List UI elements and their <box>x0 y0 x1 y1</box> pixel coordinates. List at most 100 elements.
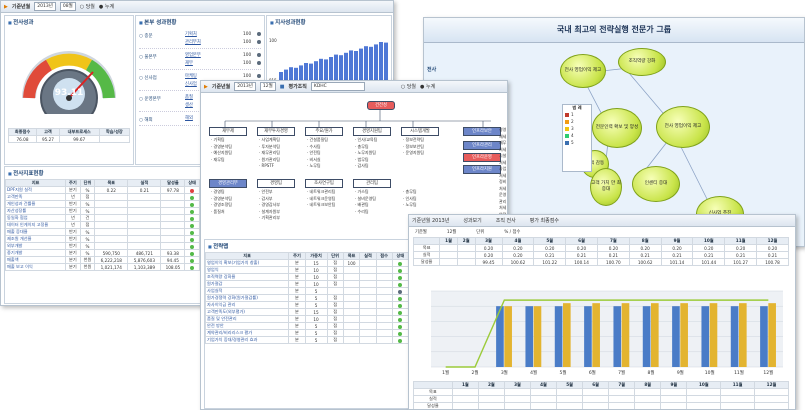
kpi-row[interactable]: 개인성과 건률율 반기% <box>4 200 200 208</box>
org-kpi-row[interactable]: 품질 및 안전관리 분 10 점 <box>204 315 410 323</box>
org-blue-item[interactable]: 인프라관리 <box>463 141 501 150</box>
dept-name[interactable]: ○ 종문 <box>139 30 185 46</box>
kpi-row[interactable]: 동일화 협업 년 건 <box>4 214 200 222</box>
dept-row[interactable]: 마케팅 100 <box>185 72 261 80</box>
org-kpi-row[interactable]: 영업이익 확보(기업가치 창출) 분 15 점 100 <box>204 259 410 267</box>
opt-cum-radio[interactable]: ● 누계 <box>99 3 114 10</box>
org-item[interactable]: · 네트워크관리팀 <box>307 189 335 196</box>
org-mid-head[interactable]: 관리팀 <box>353 179 391 188</box>
dept-row[interactable]: 기획처 100 <box>185 30 261 38</box>
org-item[interactable]: · 경영조정팀 <box>211 202 232 209</box>
month-select[interactable]: 08월 <box>59 2 76 11</box>
org-item[interactable]: · 노무팀 <box>307 163 328 170</box>
dept-name[interactable]: ○ 울본부 <box>139 51 185 67</box>
dept-name[interactable]: ○ 신사업 <box>139 72 185 88</box>
org-kpi-row[interactable]: 원가경쟁력 강화(원가절감률) 분 5 점 <box>204 294 410 302</box>
org-right-item[interactable]: 사업처세 <box>499 166 507 179</box>
org-blue-item[interactable]: 인프라운영 <box>463 153 501 162</box>
org-kpi-row[interactable]: 조직역량 강화율 분 10 점 <box>204 273 410 281</box>
org-item[interactable]: · 예산지원팀 <box>211 150 232 157</box>
chart-header-period[interactable]: 기준년월 2013년 <box>412 217 449 224</box>
org-col-head[interactable]: 재무투자경영 <box>257 127 295 136</box>
status-dot <box>190 209 195 214</box>
status-dot <box>257 74 261 78</box>
org-kpi-cell <box>391 315 410 323</box>
org-kpi-cell <box>359 294 377 302</box>
kpi-row[interactable]: 자산성장률 반기% <box>4 207 200 215</box>
org-mid-head[interactable]: 경영팀 <box>257 179 295 188</box>
dept-row[interactable]: 관리부처 100 <box>185 38 261 46</box>
org-col-head[interactable]: 재무제 <box>209 127 247 136</box>
org-mid-head[interactable]: 경영관리부 <box>209 179 247 188</box>
org-item[interactable]: · 재무팀 <box>211 157 232 164</box>
year-select[interactable]: 2013년 <box>34 2 56 11</box>
org-kpi-row[interactable]: 고객만족도(외부평가) 분 15 점 <box>204 308 410 316</box>
org-right-item[interactable]: 시설처세 <box>499 153 507 166</box>
org-item[interactable]: · 정보전략팀 <box>403 137 424 144</box>
org-item[interactable]: · 수리팀 <box>355 209 376 216</box>
chart-header-eval[interactable]: 평가 최종점수 <box>530 217 559 224</box>
org-kpi-row[interactable]: 안전 방안 분 5 점 <box>204 322 410 330</box>
org-right-item[interactable]: 운영관리처세 <box>499 192 507 212</box>
org-kpi-row[interactable]: 영업익 분 10 점 <box>204 266 410 274</box>
node-org-capability[interactable]: 조직역량 강화 <box>618 48 666 76</box>
org-right-item[interactable]: 경영제세 <box>499 127 507 140</box>
dept-row[interactable]: 재무 100 <box>185 59 261 67</box>
org-item[interactable]: · 사업계획팀 <box>259 137 280 144</box>
kpi-row[interactable]: 외부개발 반기% <box>4 242 200 250</box>
kpi-row[interactable]: 중기개발 분기% 590,750 486,721 93.38 <box>4 249 200 257</box>
org-item[interactable]: · 노무팀 <box>403 202 417 209</box>
org-item[interactable]: · 인사/교육팀 <box>355 137 377 144</box>
org-item[interactable]: · 감사팀 <box>355 163 377 170</box>
kpi-row[interactable]: 매출 보고 이익 분기 천원 1,021,174 1,103,389 108.05 <box>4 263 200 271</box>
org-item[interactable]: · 기획관리부 <box>259 215 280 222</box>
org-item[interactable]: · 건설품질팀 <box>307 137 328 144</box>
org-item[interactable]: · 노무지원팀 <box>355 150 377 157</box>
node-talent[interactable]: 전문인력 확보 및 양성 <box>592 108 642 148</box>
org-kpi-row[interactable]: 기업가치 증대/경영관리 효과 분 5 점 <box>204 336 410 344</box>
org-item[interactable]: · 운영지원팀 <box>403 150 424 157</box>
status-dot <box>190 202 195 207</box>
kpi-row[interactable]: 데이터 인게이지 고정율 년 점 <box>4 221 200 229</box>
kpi-row[interactable]: 매출 증대율 반기% <box>4 228 200 236</box>
dept-name[interactable]: ○ 운영본부 <box>139 93 185 109</box>
org-mid-head[interactable]: 조사연구팀 <box>305 179 343 188</box>
kpi-row[interactable]: 고객만족 년 점 <box>4 193 200 201</box>
node-incentive[interactable]: 인센티 증대 <box>632 166 680 202</box>
org-right-item[interactable]: 재무처세 <box>499 140 507 153</box>
org-col-head[interactable]: 인프라보안 <box>463 127 501 136</box>
org-item[interactable]: · 품질처 <box>211 209 232 216</box>
dept-row[interactable]: 영업본부 100 <box>185 51 261 59</box>
org-kpi-row[interactable]: 자사이익금 관리 분 5 점 <box>204 301 410 309</box>
kpi-row[interactable]: 제조원 개선율 반기% <box>4 235 200 243</box>
org-col-list: · 건설품질팀 · 수사팀 · 안전팀 · 비서실 · 노무팀 <box>307 137 328 170</box>
org-col-head[interactable]: 경영지원팀 <box>353 127 391 136</box>
org-kpi-cell <box>391 294 410 302</box>
org-blue-item[interactable]: 인프라지원 <box>463 165 501 174</box>
chart-header-view[interactable]: 성과보기 <box>463 217 481 224</box>
org-kpi-row[interactable]: 사업실적 분 5 <box>204 287 410 295</box>
opt-unit-radio[interactable]: ○ 당월 <box>80 3 95 10</box>
org-item[interactable]: · 네트워크보안팀 <box>307 202 335 209</box>
chart-header-org[interactable]: 조직 전사 <box>496 217 516 224</box>
kpi-row[interactable]: 매출액 분기 천원 6,222,218 5,876,603 94.45 <box>4 256 200 264</box>
org-col-list: · 정보전략팀 · 정보보안팀 · 운영지원팀 <box>403 137 424 157</box>
org-item[interactable]: · 경영감사부 <box>259 202 280 209</box>
org-col-head[interactable]: 주요/원가 <box>305 127 343 136</box>
org-item[interactable]: · 총무팀 <box>403 189 417 196</box>
dept-name[interactable]: ○ 해외 <box>139 114 185 123</box>
org-item[interactable]: · RPSTF <box>259 163 280 170</box>
node-profit[interactable]: 전사 영업이익 제고 <box>560 54 606 88</box>
node-profit-2[interactable]: 전사 영업이익 제고 <box>656 106 710 148</box>
bottom-cell <box>529 388 558 396</box>
node-customer-value[interactable]: 고객 가치 만 최 증대 <box>590 168 622 206</box>
org-kpi-row[interactable]: 원가절감 분 10 점 <box>204 280 410 288</box>
org-kpi-row[interactable]: 계약관리/비리리스크 평가 분 5 점 <box>204 329 410 337</box>
kpi-cell: 점 <box>79 221 96 229</box>
org-kpi-cell <box>342 301 361 309</box>
org-col-head[interactable]: 시스템개발 <box>401 127 439 136</box>
org-item[interactable]: · 재무관리팀 <box>259 150 280 157</box>
org-kpi-cell: 10 <box>304 315 328 323</box>
org-right-item[interactable]: 정비처세 <box>499 179 507 192</box>
kpi-row[interactable]: DPF지원 실적 분기% 0.22 0.21 97.78 <box>4 186 200 194</box>
